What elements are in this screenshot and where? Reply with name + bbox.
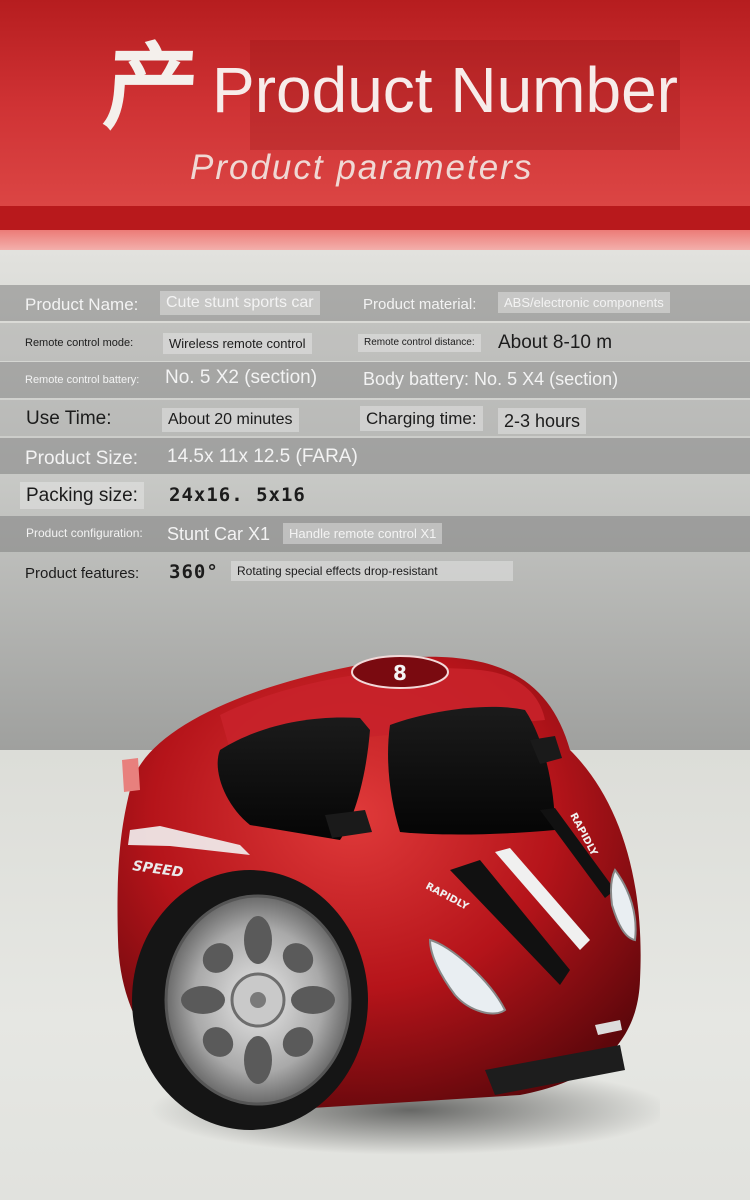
remote-mode-value: Wireless remote control [163, 333, 312, 354]
features-value-text: Rotating special effects drop-resistant [231, 561, 513, 581]
param-row-size: Product Size: 14.5x 11x 12.5 (FARA) [0, 438, 750, 474]
configuration-value-remote: Handle remote control X1 [283, 523, 443, 544]
header-stripe [0, 206, 750, 230]
remote-distance-label: Remote control distance: [358, 334, 481, 352]
packing-size-label: Packing size: [20, 482, 144, 509]
page-title: Product Number [212, 54, 678, 126]
svg-text:8: 8 [393, 661, 407, 685]
header-band [0, 230, 750, 250]
header-banner: 产 Product Number Product parameters [0, 0, 750, 230]
configuration-value-car: Stunt Car X1 [167, 524, 271, 544]
use-time-value: About 20 minutes [162, 408, 299, 432]
body-battery-text: Body battery: No. 5 X4 (section) [363, 369, 619, 389]
car-windshield [388, 706, 555, 835]
remote-battery-value: No. 5 X2 (section) [165, 367, 318, 388]
material-value: ABS/electronic components [498, 292, 670, 313]
charging-time-label: Charging time: [360, 406, 483, 431]
product-name-value: Cute stunt sports car [160, 291, 320, 315]
param-row-packing: Packing size: 24x16. 5x16 [0, 476, 750, 514]
packing-size-value: 24x16. 5x16 [169, 484, 306, 506]
remote-distance-value: About 8-10 m [498, 332, 613, 353]
param-row-features: Product features: 360° Rotating special … [0, 555, 750, 591]
material-label: Product material: [363, 296, 477, 313]
logo-character: 产 [100, 34, 202, 143]
configuration-label: Product configuration: [26, 526, 143, 540]
stunt-car-illustration: 8 SPEED RAPIDLY RAPIDLY [117, 655, 660, 1155]
param-row-battery: Remote control battery: No. 5 X2 (sectio… [0, 362, 750, 398]
wheel-center-cap [250, 992, 266, 1008]
remote-mode-label: Remote control mode: [25, 337, 134, 349]
charging-time-value: 2-3 hours [498, 408, 587, 434]
remote-battery-label: Remote control battery: [25, 374, 140, 386]
product-size-label: Product Size: [25, 448, 138, 469]
features-label: Product features: [25, 565, 140, 582]
param-row-remote-mode: Remote control mode: Wireless remote con… [0, 323, 750, 361]
rear-light [122, 758, 140, 792]
use-time-label: Use Time: [26, 408, 112, 429]
product-name-label: Product Name: [25, 295, 139, 314]
features-value-360: 360° [169, 561, 219, 583]
product-size-value: 14.5x 11x 12.5 (FARA) [167, 446, 358, 467]
param-row-time: Use Time: About 20 minutes Charging time… [0, 400, 750, 436]
param-row-configuration: Product configuration: Stunt Car X1 Hand… [0, 516, 750, 552]
param-row-name: Product Name: Cute stunt sports car Prod… [0, 285, 750, 321]
page-subtitle: Product parameters [190, 148, 534, 187]
